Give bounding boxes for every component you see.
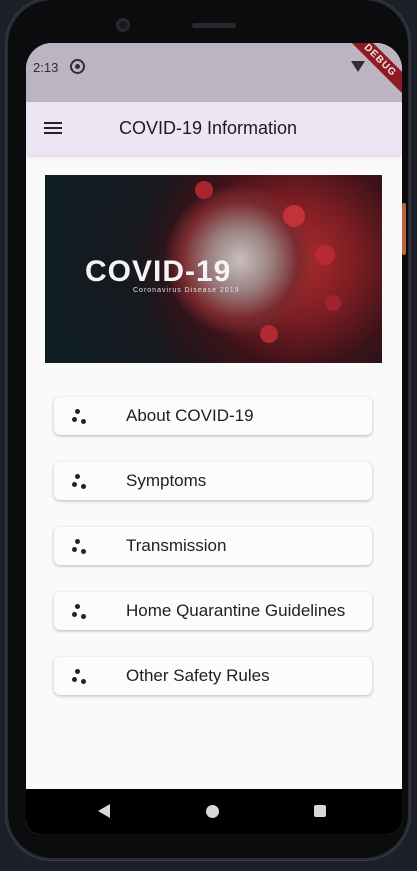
earpiece-speaker [192, 23, 236, 28]
hero-subtitle: Coronavirus Disease 2019 [133, 287, 240, 294]
sync-icon [70, 59, 85, 74]
menu-item-label: Symptoms [126, 471, 207, 490]
back-icon[interactable] [98, 804, 110, 818]
scatter-dots-icon [72, 537, 90, 555]
menu-item-transmission[interactable]: Transmission [54, 527, 372, 565]
wifi-icon [351, 61, 365, 72]
hero-title: COVID-19 [85, 255, 232, 288]
menu-item-label: Home Quarantine Guidelines [126, 601, 346, 620]
home-icon[interactable] [206, 805, 219, 818]
scatter-dots-icon [72, 602, 90, 620]
scatter-dots-icon [72, 667, 90, 685]
menu-item-about[interactable]: About COVID-19 [54, 397, 372, 435]
menu-item-symptoms[interactable]: Symptoms [54, 462, 372, 500]
menu-item-label: About COVID-19 [126, 406, 254, 425]
status-bar: 2:13 DEBUG [26, 43, 402, 102]
debug-banner: DEBUG [340, 43, 402, 100]
status-time: 2:13 [33, 60, 59, 75]
hero-image: COVID-19 Coronavirus Disease 2019 [45, 175, 382, 363]
menu-item-other-safety[interactable]: Other Safety Rules [54, 657, 372, 695]
scatter-dots-icon [72, 407, 90, 425]
scatter-dots-icon [72, 472, 90, 490]
phone-frame: 2:13 DEBUG COVID-19 Information COVID-19… [6, 0, 410, 860]
menu-item-label: Other Safety Rules [126, 666, 270, 685]
recent-apps-icon[interactable] [314, 805, 326, 817]
hamburger-menu-icon[interactable] [44, 122, 62, 135]
menu-item-home-quarantine[interactable]: Home Quarantine Guidelines [54, 592, 372, 630]
screen: 2:13 DEBUG COVID-19 Information COVID-19… [26, 43, 402, 834]
power-button [402, 203, 406, 255]
menu-item-label: Transmission [126, 536, 227, 555]
system-nav-bar [26, 789, 402, 834]
app-bar: COVID-19 Information [26, 102, 402, 155]
app-title: COVID-19 Information [119, 118, 298, 138]
front-camera [116, 18, 130, 32]
